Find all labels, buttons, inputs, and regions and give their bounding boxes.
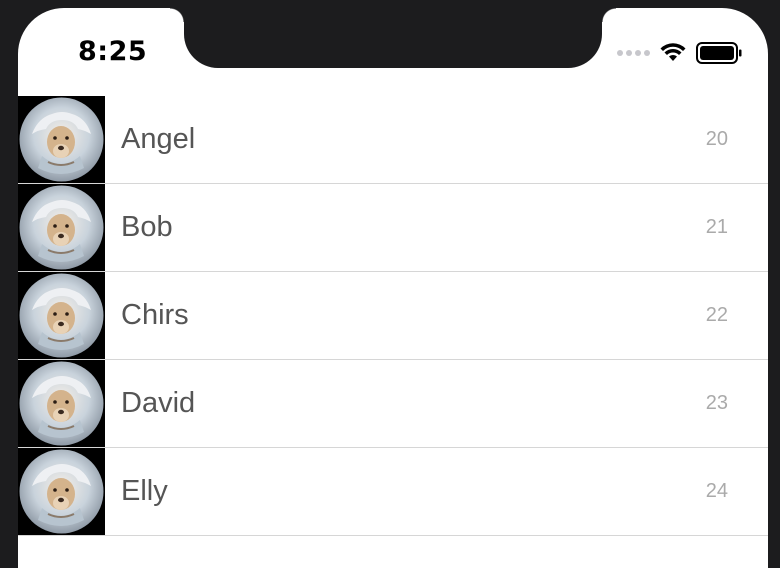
notch bbox=[170, 8, 616, 68]
list-item[interactable]: David 23 bbox=[18, 360, 768, 448]
item-age: 24 bbox=[705, 480, 728, 502]
item-name: David bbox=[121, 387, 196, 419]
dog-avatar-icon bbox=[18, 96, 105, 183]
wifi-icon bbox=[660, 43, 686, 61]
item-name: Bob bbox=[121, 211, 173, 243]
dog-avatar-icon bbox=[18, 360, 105, 447]
status-icons bbox=[617, 42, 742, 64]
list-item[interactable]: Chirs 22 bbox=[18, 272, 768, 360]
dog-avatar-icon bbox=[18, 448, 105, 535]
signal-dots-icon bbox=[617, 50, 650, 56]
item-age: 22 bbox=[705, 304, 728, 326]
dog-avatar-icon bbox=[18, 272, 105, 359]
item-name: Chirs bbox=[121, 299, 189, 331]
item-age: 21 bbox=[705, 216, 728, 238]
phone-screen: 8:25 Angel 20 Bob 21 Chirs 22 David 23 E… bbox=[18, 8, 768, 568]
item-age: 20 bbox=[705, 128, 728, 150]
status-time: 8:25 bbox=[78, 36, 148, 67]
list-item[interactable]: Bob 21 bbox=[18, 184, 768, 272]
list-item[interactable]: Elly 24 bbox=[18, 448, 768, 536]
item-name: Angel bbox=[121, 123, 196, 155]
item-name: Elly bbox=[121, 475, 168, 507]
item-age: 23 bbox=[705, 392, 728, 414]
battery-icon bbox=[696, 42, 742, 64]
dog-avatar-icon bbox=[18, 184, 105, 271]
contact-list: Angel 20 Bob 21 Chirs 22 David 23 Elly 2… bbox=[18, 96, 768, 536]
list-item[interactable]: Angel 20 bbox=[18, 96, 768, 184]
